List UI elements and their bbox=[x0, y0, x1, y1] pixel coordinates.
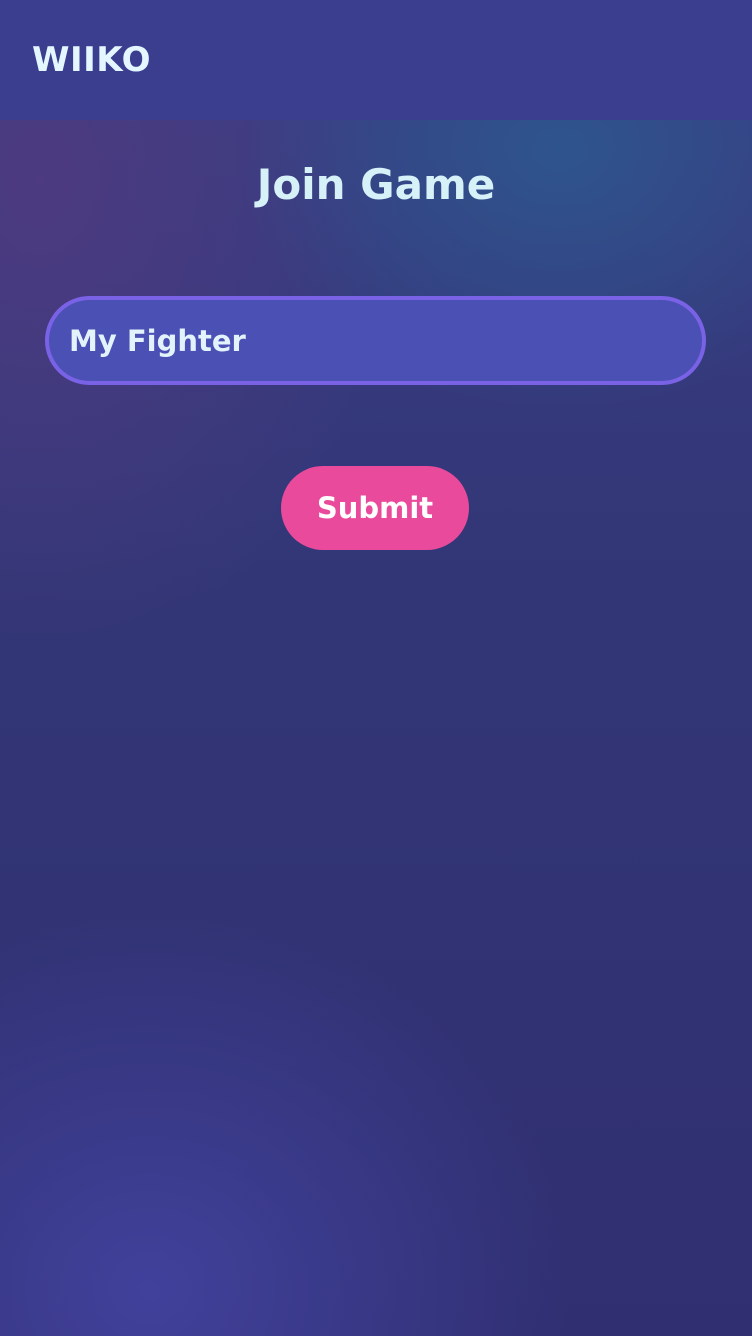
top-bar: WIIKO bbox=[0, 0, 752, 120]
app-logo[interactable]: WIIKO bbox=[32, 40, 151, 80]
page-title: Join Game bbox=[256, 160, 496, 209]
fighter-name-input[interactable] bbox=[45, 296, 706, 385]
submit-button[interactable]: Submit bbox=[281, 466, 469, 550]
